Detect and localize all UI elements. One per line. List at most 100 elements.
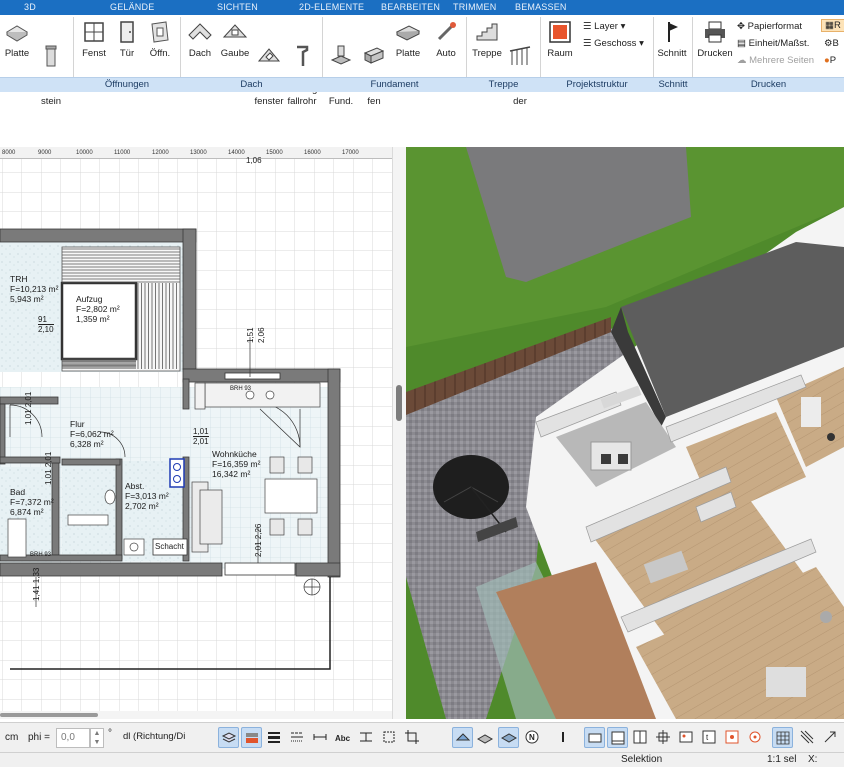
- raum-button[interactable]: Raum: [545, 19, 575, 60]
- treppe-button[interactable]: Treppe: [470, 19, 504, 60]
- streifenfundament-button[interactable]: Strei- fen: [359, 19, 398, 120]
- ruler-tick: 13000: [190, 150, 207, 156]
- tab-bemassen[interactable]: BEMASSEN: [515, 2, 567, 12]
- einheit-massstab-button[interactable]: ▤ Einheit/Maßst.: [737, 38, 809, 49]
- dim-91-210: 91 2,10: [38, 315, 54, 334]
- tab-3d[interactable]: 3D: [24, 2, 36, 12]
- geschoss-dropdown[interactable]: ☰ Geschoss ▾: [583, 38, 644, 49]
- oeffnung-button[interactable]: Öffn.: [146, 19, 174, 60]
- brh-label-kitchen: BRH 93: [230, 386, 252, 392]
- mehrere-seiten-button[interactable]: ☁ Mehrere Seiten: [737, 55, 814, 66]
- tool-text[interactable]: Abc: [333, 727, 354, 748]
- tool-more[interactable]: [553, 727, 574, 748]
- ruler-tick: 17000: [342, 150, 359, 156]
- status-bar: Selektion 1:1 sel X:: [0, 752, 844, 767]
- cut-button-p[interactable]: ●P: [824, 55, 836, 66]
- tool-view-3[interactable]: [630, 727, 651, 748]
- tool-measure[interactable]: [356, 727, 377, 748]
- tool-grid[interactable]: [772, 727, 793, 748]
- dim-151-206: 1,51: [246, 327, 255, 343]
- room-label-wohnkueche[interactable]: Wohnküche F=16,359 m² 16,342 m²: [212, 449, 260, 479]
- gaube-button[interactable]: Gaube: [219, 19, 251, 60]
- tab-trimmen[interactable]: TRIMMEN: [453, 2, 496, 12]
- group-dach: Dach: [240, 79, 263, 90]
- tool-grid-cross[interactable]: [653, 727, 674, 748]
- schornstein-button[interactable]: Schorn- stein: [33, 19, 82, 120]
- dachfenster-button[interactable]: Dach- fenster: [253, 19, 294, 120]
- auto-button[interactable]: Auto: [432, 19, 460, 60]
- tool-frame[interactable]: [379, 727, 400, 748]
- printer-icon: [705, 21, 725, 43]
- room-label-abst[interactable]: Abst. F=3,013 m² 2,702 m²: [125, 481, 169, 511]
- fill-icon: [246, 733, 258, 743]
- tool-line-style[interactable]: [287, 727, 308, 748]
- phi-input[interactable]: 0,0: [56, 728, 90, 748]
- tool-arrow[interactable]: [820, 727, 841, 748]
- grid-icon: [776, 731, 790, 745]
- floor-plan-view[interactable]: 8000 9000 10000 11000 12000 13000 14000 …: [0, 147, 392, 719]
- tool-walls[interactable]: [475, 727, 496, 748]
- einzelfundament-button[interactable]: Einzel Fund.: [326, 19, 368, 120]
- foundation-slab-icon: [395, 25, 421, 41]
- tool-crop[interactable]: [402, 727, 423, 748]
- regenfallrohr-button[interactable]: Regen- fallrohr: [284, 19, 331, 120]
- chevron-down-icon: ▾: [620, 21, 626, 32]
- tool-view-2[interactable]: [607, 727, 628, 748]
- chimney-icon: [45, 45, 57, 67]
- tab-bearbeiten[interactable]: BEARBEITEN: [381, 2, 440, 12]
- split-view-icon: [611, 731, 625, 745]
- ruler-tick: 15000: [266, 150, 283, 156]
- roof-window-icon: [257, 48, 281, 62]
- ruler-tick: 16000: [304, 150, 321, 156]
- gelaender-button[interactable]: Gelän- der: [504, 19, 548, 120]
- tool-layers[interactable]: [218, 727, 239, 748]
- section-flag-icon: [668, 22, 678, 42]
- group-projektstruktur: Projektstruktur: [566, 79, 628, 90]
- phi-stepper[interactable]: ▲ ▼: [90, 728, 104, 748]
- frame-icon: [383, 731, 395, 743]
- layer-dropdown[interactable]: ☰ Layer ▾: [583, 21, 625, 32]
- vertical-scrollbar[interactable]: [392, 147, 406, 719]
- room-label-trh[interactable]: TRH F=10,213 m² 5,943 m²: [10, 274, 58, 304]
- dimension-icon: [313, 734, 327, 740]
- tool-view-1[interactable]: [584, 727, 605, 748]
- tuer-button[interactable]: Tür: [114, 19, 140, 60]
- platte-button[interactable]: Platte: [2, 19, 32, 60]
- tool-snap[interactable]: [722, 727, 743, 748]
- tab-sichten[interactable]: SICHTEN: [217, 2, 258, 12]
- room-label-flur[interactable]: Flur F=6,062 m² 6,328 m²: [70, 419, 114, 449]
- tool-snap-2[interactable]: [745, 727, 766, 748]
- tool-fill[interactable]: [241, 727, 262, 748]
- schnitt-button[interactable]: Schnitt: [655, 19, 689, 60]
- tool-image[interactable]: [676, 727, 697, 748]
- scrollbar-thumb[interactable]: [396, 385, 402, 421]
- cut-button-b[interactable]: ⚙B: [824, 38, 839, 49]
- papierformat-button[interactable]: ✥ Papierformat: [737, 21, 802, 32]
- tool-north[interactable]: N: [522, 727, 543, 748]
- tool-text-frame[interactable]: t: [699, 727, 720, 748]
- tool-pattern[interactable]: [797, 727, 818, 748]
- tool-line-weight[interactable]: [264, 727, 285, 748]
- 3d-rendering: [406, 147, 844, 719]
- dach-button[interactable]: Dach: [185, 19, 215, 60]
- fundamentplatte-button[interactable]: Platte: [393, 19, 423, 60]
- cut-button-r[interactable]: ▦R: [821, 19, 844, 32]
- fenster-button[interactable]: Fenst: [80, 19, 108, 60]
- scrollbar-thumb[interactable]: [0, 713, 98, 717]
- tool-dimension[interactable]: [310, 727, 331, 748]
- room-label-bad[interactable]: Bad F=7,372 m² 6,874 m²: [10, 487, 54, 517]
- snap-icon: [725, 730, 739, 744]
- svg-text:N: N: [529, 733, 535, 742]
- tool-3d-view[interactable]: [452, 727, 473, 748]
- plan-view-icon: [588, 733, 602, 743]
- 3d-view[interactable]: [406, 147, 844, 719]
- gear-icon: ⚙: [824, 38, 833, 49]
- ruler-tick: 8000: [2, 150, 16, 156]
- tab-2d-elemente[interactable]: 2D-ELEMENTE: [299, 2, 364, 12]
- drucken-button[interactable]: Drucken: [696, 19, 734, 60]
- tab-gelaende[interactable]: GELÄNDE: [110, 2, 154, 12]
- tool-slab[interactable]: [498, 727, 519, 748]
- dl-dropdown[interactable]: dl (Richtung/Di: [119, 728, 207, 748]
- horizontal-scrollbar[interactable]: [0, 711, 392, 719]
- room-label-aufzug[interactable]: Aufzug F=2,802 m² 1,359 m²: [76, 294, 120, 324]
